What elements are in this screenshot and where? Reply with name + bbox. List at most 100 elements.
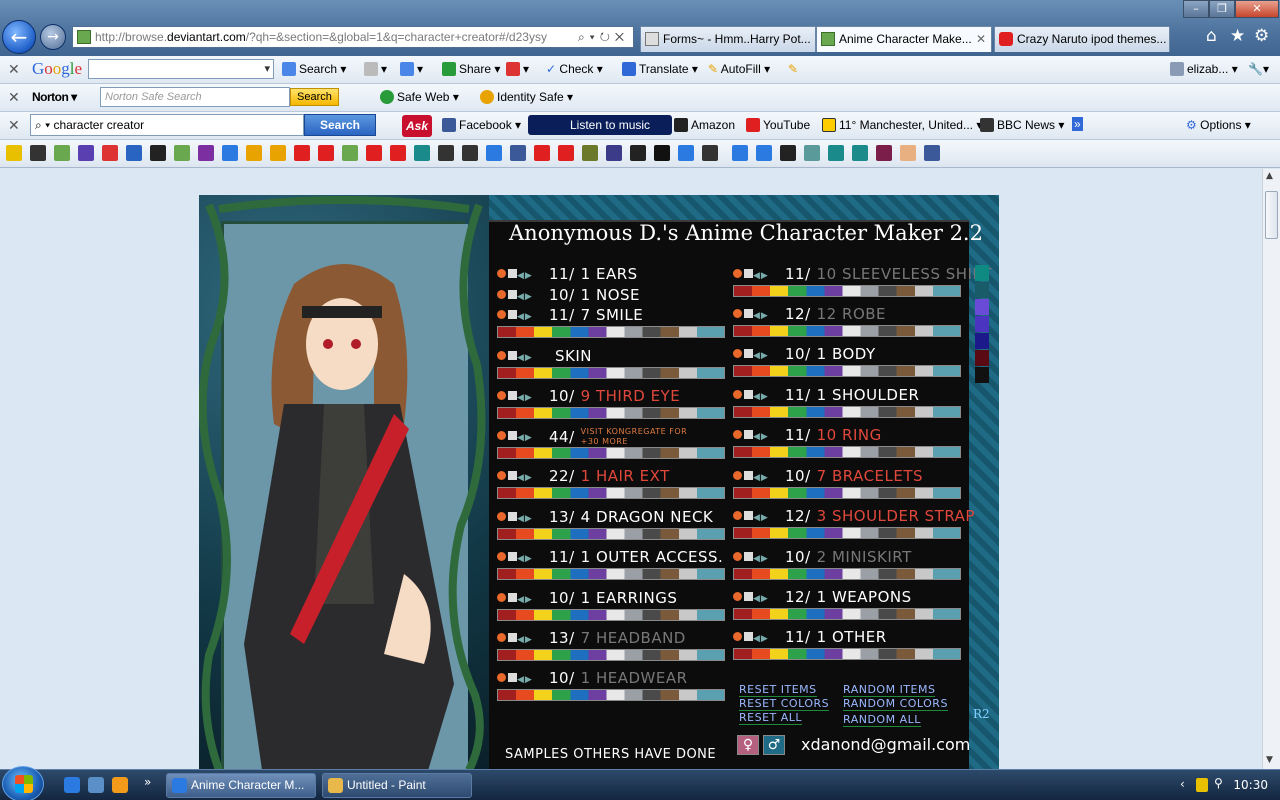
arrow-right-icon[interactable]: ▶ xyxy=(525,514,533,524)
autofill-button[interactable]: ✎ AutoFill ▾ xyxy=(708,62,770,76)
color-swatch[interactable] xyxy=(975,333,989,349)
color-swatch[interactable] xyxy=(975,316,989,332)
arrow-left-icon[interactable]: ◀ xyxy=(517,635,525,645)
arrow-right-icon[interactable]: ▶ xyxy=(525,271,533,281)
taskbar-item-paint[interactable]: Untitled - Paint xyxy=(322,773,472,798)
favorite-link-icon[interactable] xyxy=(756,145,772,161)
color-picker-icon[interactable] xyxy=(733,309,742,318)
color-palette-slider[interactable] xyxy=(733,568,961,580)
favorite-link-icon[interactable] xyxy=(780,145,796,161)
favorite-link-icon[interactable] xyxy=(102,145,118,161)
back-button[interactable]: ← xyxy=(2,20,36,54)
color-palette-slider[interactable] xyxy=(733,527,961,539)
favorites-star-icon[interactable]: ★ xyxy=(1230,26,1245,46)
favorite-link-icon[interactable] xyxy=(318,145,334,161)
option-controls[interactable]: ◀▶ xyxy=(497,592,533,605)
arrow-left-icon[interactable]: ◀ xyxy=(517,473,525,483)
forward-button[interactable]: → xyxy=(40,24,66,50)
address-tools[interactable]: ⌕▾↻✕ xyxy=(578,27,629,47)
option-controls[interactable]: ◀▶ xyxy=(497,430,533,443)
arrow-right-icon[interactable]: ▶ xyxy=(525,353,533,363)
arrow-right-icon[interactable]: ▶ xyxy=(761,432,769,442)
color-picker-icon[interactable] xyxy=(733,390,742,399)
favorite-link-icon[interactable] xyxy=(6,145,22,161)
color-picker-icon[interactable] xyxy=(733,471,742,480)
favorite-link-icon[interactable] xyxy=(30,145,46,161)
arrow-right-icon[interactable]: ▶ xyxy=(525,675,533,685)
bbc-news-button[interactable]: BBC News ▾ xyxy=(980,118,1064,132)
color-palette-slider[interactable] xyxy=(733,446,961,458)
color-picker-icon[interactable] xyxy=(497,512,506,521)
favorite-link-icon[interactable] xyxy=(78,145,94,161)
arrow-left-icon[interactable]: ◀ xyxy=(753,513,761,523)
random-dice-icon[interactable] xyxy=(744,592,753,601)
arrow-left-icon[interactable]: ◀ xyxy=(753,594,761,604)
random-dice-icon[interactable] xyxy=(744,552,753,561)
scroll-up-icon[interactable]: ▲ xyxy=(1266,171,1273,181)
option-controls[interactable]: ◀▶ xyxy=(733,268,769,281)
media-player-icon[interactable] xyxy=(112,777,128,793)
arrow-right-icon[interactable]: ▶ xyxy=(761,473,769,483)
ask-logo[interactable]: Ask xyxy=(402,115,432,137)
start-button[interactable] xyxy=(2,766,44,800)
color-picker-icon[interactable] xyxy=(497,673,506,682)
norton-logo[interactable]: Norton ▾ xyxy=(32,90,77,104)
random-items-button[interactable]: RANDOM ITEMS xyxy=(843,683,936,697)
color-palette-slider[interactable] xyxy=(733,365,961,377)
random-dice-icon[interactable] xyxy=(744,390,753,399)
favorite-link-icon[interactable] xyxy=(876,145,892,161)
vertical-scrollbar[interactable]: ▲ ▼ xyxy=(1262,169,1280,769)
blocked-button[interactable]: ▾ xyxy=(506,62,529,76)
color-swatch[interactable] xyxy=(975,299,989,315)
color-picker-icon[interactable] xyxy=(733,552,742,561)
favorite-link-icon[interactable] xyxy=(924,145,940,161)
random-dice-icon[interactable] xyxy=(508,512,517,521)
option-controls[interactable]: ◀▶ xyxy=(733,631,769,644)
identity-safe-button[interactable]: Identity Safe ▾ xyxy=(480,90,573,104)
translate-button[interactable]: Translate ▾ xyxy=(622,62,698,76)
wrench-icon[interactable]: 🔧▾ xyxy=(1248,62,1269,76)
color-palette-slider[interactable] xyxy=(497,649,725,661)
internet-explorer-icon[interactable] xyxy=(64,777,80,793)
google-search-input[interactable]: ▾ xyxy=(88,59,274,79)
arrow-left-icon[interactable]: ◀ xyxy=(517,353,525,363)
favorite-link-icon[interactable] xyxy=(366,145,382,161)
stop-icon[interactable]: ✕ xyxy=(615,30,629,44)
search-icon[interactable]: ⌕ xyxy=(578,30,590,44)
safe-web-button[interactable]: Safe Web ▾ xyxy=(380,90,459,104)
close-tab-icon[interactable]: ✕ xyxy=(976,27,986,51)
color-picker-icon[interactable] xyxy=(497,471,506,480)
dropdown-icon[interactable]: ▾ xyxy=(264,60,273,78)
favorite-link-icon[interactable] xyxy=(54,145,70,161)
facebook-button[interactable]: Facebook ▾ xyxy=(442,118,521,132)
color-picker-icon[interactable] xyxy=(497,310,506,319)
color-swatch[interactable] xyxy=(975,265,989,281)
color-palette-slider[interactable] xyxy=(733,487,961,499)
random-dice-icon[interactable] xyxy=(508,310,517,319)
color-palette-slider[interactable] xyxy=(497,367,725,379)
arrow-left-icon[interactable]: ◀ xyxy=(517,433,525,443)
color-palette-slider[interactable] xyxy=(497,689,725,701)
favorite-link-icon[interactable] xyxy=(654,145,670,161)
option-controls[interactable]: ◀▶ xyxy=(497,390,533,403)
favorite-link-icon[interactable] xyxy=(630,145,646,161)
arrow-right-icon[interactable]: ▶ xyxy=(525,554,533,564)
favorite-link-icon[interactable] xyxy=(198,145,214,161)
tools-gear-icon[interactable]: ⚙ xyxy=(1254,26,1269,46)
option-controls[interactable]: ◀▶ xyxy=(733,308,769,321)
color-palette-slider[interactable] xyxy=(497,568,725,580)
color-picker-icon[interactable] xyxy=(497,593,506,602)
arrow-left-icon[interactable]: ◀ xyxy=(517,514,525,524)
favorite-link-icon[interactable] xyxy=(222,145,238,161)
arrow-left-icon[interactable]: ◀ xyxy=(753,271,761,281)
refresh-icon[interactable]: ↻ xyxy=(600,30,615,44)
arrow-left-icon[interactable]: ◀ xyxy=(517,393,525,403)
option-controls[interactable]: ◀▶ xyxy=(497,632,533,645)
option-controls[interactable]: ◀▶ xyxy=(733,591,769,604)
favorite-link-icon[interactable] xyxy=(174,145,190,161)
option-controls[interactable]: ◀▶ xyxy=(733,551,769,564)
arrow-right-icon[interactable]: ▶ xyxy=(525,473,533,483)
color-picker-icon[interactable] xyxy=(733,430,742,439)
color-palette-slider[interactable] xyxy=(733,285,961,297)
arrow-left-icon[interactable]: ◀ xyxy=(517,554,525,564)
